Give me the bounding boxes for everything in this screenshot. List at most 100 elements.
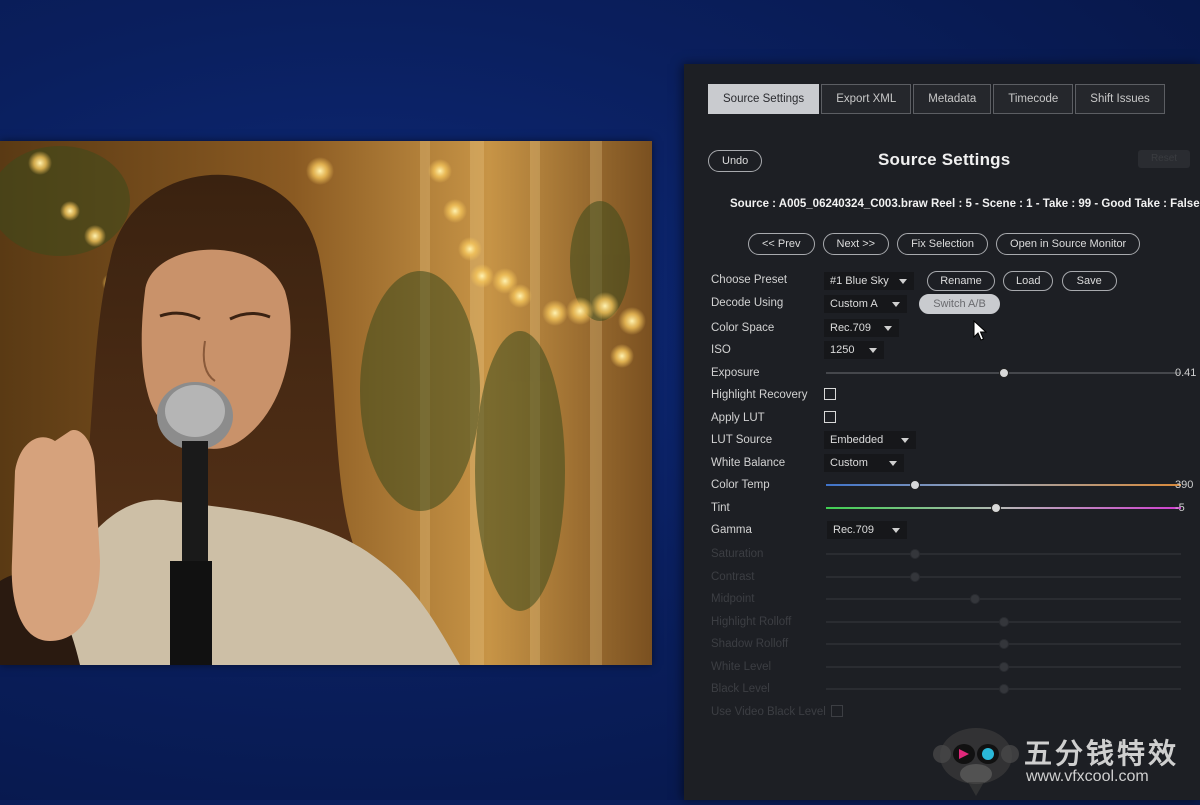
white-level-label: White Level [711,660,772,673]
prev-button[interactable]: << Prev [748,233,815,255]
midpoint-label: Midpoint [711,593,755,605]
white-balance-dropdown[interactable]: Custom [824,453,904,472]
apply-lut-label: Apply LUT [711,411,765,424]
white-level-slider-knob [998,661,1009,672]
row-use-video-black-level: Use Video Black Level [711,702,1200,725]
monkey-logo-icon [933,728,1019,796]
exposure-label: Exposure [711,366,760,379]
source-settings-panel: Source Settings Export XML Metadata Time… [684,64,1200,800]
iso-label: ISO [711,344,731,356]
tint-slider[interactable] [826,502,1181,513]
tab-source-settings[interactable]: Source Settings [708,84,820,114]
color-space-dropdown[interactable]: Rec.709 [824,318,899,337]
midpoint-slider [826,594,1181,604]
color-temp-slider-knob[interactable] [909,480,920,490]
reset-button[interactable]: Reset [1138,150,1190,168]
lut-source-dropdown[interactable]: Embedded [824,431,916,449]
open-in-source-monitor-button[interactable]: Open in Source Monitor [996,233,1141,255]
color-temp-slider[interactable] [826,480,1181,490]
row-highlight-rolloff: Highlight Rolloff [711,612,1200,635]
highlight-rolloff-slider [826,616,1181,627]
row-white-level: White Level [711,657,1200,680]
watermark: 五分钱特效 www.vfxcool.com [932,724,1200,800]
highlight-rolloff-slider-knob [998,616,1009,627]
source-info: Source : A005_06240324_C003.braw Reel : … [730,198,1200,210]
contrast-label: Contrast [711,570,755,583]
row-contrast: Contrast [711,567,1200,590]
tab-export-xml[interactable]: Export XML [821,84,912,114]
watermark-text: 五分钱特效 [1024,737,1180,770]
switch-ab-button[interactable]: Switch A/B [919,293,1000,314]
apply-lut-checkbox[interactable] [824,410,836,423]
decode-using-dropdown[interactable]: Custom A [824,294,907,313]
saturation-slider [826,549,1181,559]
exposure-slider-knob[interactable] [998,367,1009,378]
row-tint: Tint -5 [711,498,1200,521]
panel-title: Source Settings [878,150,1011,169]
row-lut-source: LUT Source Embedded [711,430,1200,453]
gamma-label: Gamma [711,524,752,536]
decode-using-label: Decode Using [711,296,784,309]
lut-source-label: LUT Source [711,434,773,446]
row-color-space: Color Space Rec.709 [711,318,1200,341]
fix-selection-button[interactable]: Fix Selection [897,233,989,255]
row-apply-lut: Apply LUT [711,408,1200,431]
row-iso: ISO 1250 [711,340,1200,363]
exposure-slider[interactable] [826,367,1181,378]
saturation-slider-knob [909,549,920,559]
row-white-balance: White Balance Custom [711,453,1200,476]
color-space-label: Color Space [711,321,775,334]
color-temp-label: Color Temp [711,479,770,491]
rename-button[interactable]: Rename [927,271,995,291]
row-color-temp: Color Temp 390 [711,475,1200,498]
black-level-slider-knob [998,684,1009,694]
panel-header: Undo Source Settings Reset [708,150,1190,176]
tint-slider-knob[interactable] [991,502,1002,513]
row-exposure: Exposure 0.41 [711,363,1200,386]
save-button[interactable]: Save [1061,271,1117,291]
row-shadow-rolloff: Shadow Rolloff [711,634,1200,657]
highlight-recovery-label: Highlight Recovery [711,389,808,401]
tab-shift-issues[interactable]: Shift Issues [1075,84,1165,114]
black-level-slider [826,684,1181,694]
row-highlight-recovery: Highlight Recovery [711,385,1200,408]
tab-metadata[interactable]: Metadata [913,84,992,114]
iso-dropdown[interactable]: 1250 [824,341,884,359]
contrast-slider-knob [909,571,920,582]
video-preview [0,141,652,665]
tab-bar: Source Settings Export XML Metadata Time… [708,84,1165,114]
row-gamma: Gamma Rec.709 [711,520,1200,544]
white-level-slider [826,661,1181,672]
shadow-rolloff-label: Shadow Rolloff [711,638,789,650]
shadow-rolloff-slider-knob [998,639,1009,649]
tint-value: -5 [1175,501,1185,514]
midpoint-slider-knob [970,594,981,604]
highlight-recovery-checkbox[interactable] [824,388,836,400]
mouse-cursor-icon [973,320,987,341]
row-saturation: Saturation [711,544,1200,567]
video-frame-image [0,141,652,665]
preset-dropdown[interactable]: #1 Blue Sky [824,272,914,290]
highlight-rolloff-label: Highlight Rolloff [711,615,792,628]
settings-form: Choose Preset #1 Blue Sky Rename Load Sa… [711,270,1200,724]
shadow-rolloff-slider [826,639,1181,649]
exposure-value: 0.41 [1175,366,1197,379]
color-temp-value: 390 [1175,479,1194,491]
contrast-slider [826,571,1181,582]
row-black-level: Black Level [711,679,1200,702]
next-button[interactable]: Next >> [822,233,890,255]
row-choose-preset: Choose Preset #1 Blue Sky Rename Load Sa… [711,270,1200,293]
watermark-url: www.vfxcool.com [1026,768,1149,785]
nav-buttons: << Prev Next >> Fix Selection Open in So… [748,233,1141,255]
row-midpoint: Midpoint [711,589,1200,612]
choose-preset-label: Choose Preset [711,274,788,286]
saturation-label: Saturation [711,548,764,560]
black-level-label: Black Level [711,683,770,695]
tab-timecode[interactable]: Timecode [993,84,1074,114]
gamma-dropdown[interactable]: Rec.709 [827,521,907,539]
undo-button[interactable]: Undo [708,150,763,172]
use-video-black-level-checkbox [831,704,843,717]
load-button[interactable]: Load [1002,271,1054,291]
use-video-black-level-label: Use Video Black Level [711,705,826,718]
tint-label: Tint [711,501,730,514]
